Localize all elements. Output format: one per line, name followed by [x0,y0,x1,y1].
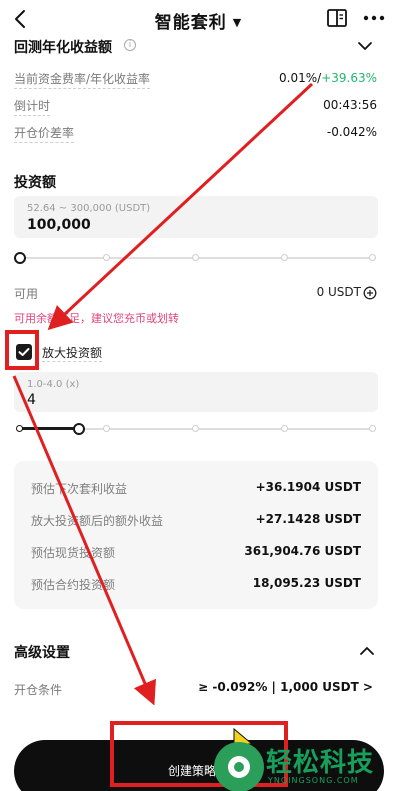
annotation-arrows [12,82,314,706]
watermark-url: YNQINGSONG.COM [268,776,359,785]
highlight-checkbox [5,330,39,370]
arrow-to-checkbox [47,82,314,331]
watermark-text: 轻松科技 [266,748,375,778]
watermark-logo-icon [214,742,264,791]
arrow-to-create-button [12,375,156,706]
